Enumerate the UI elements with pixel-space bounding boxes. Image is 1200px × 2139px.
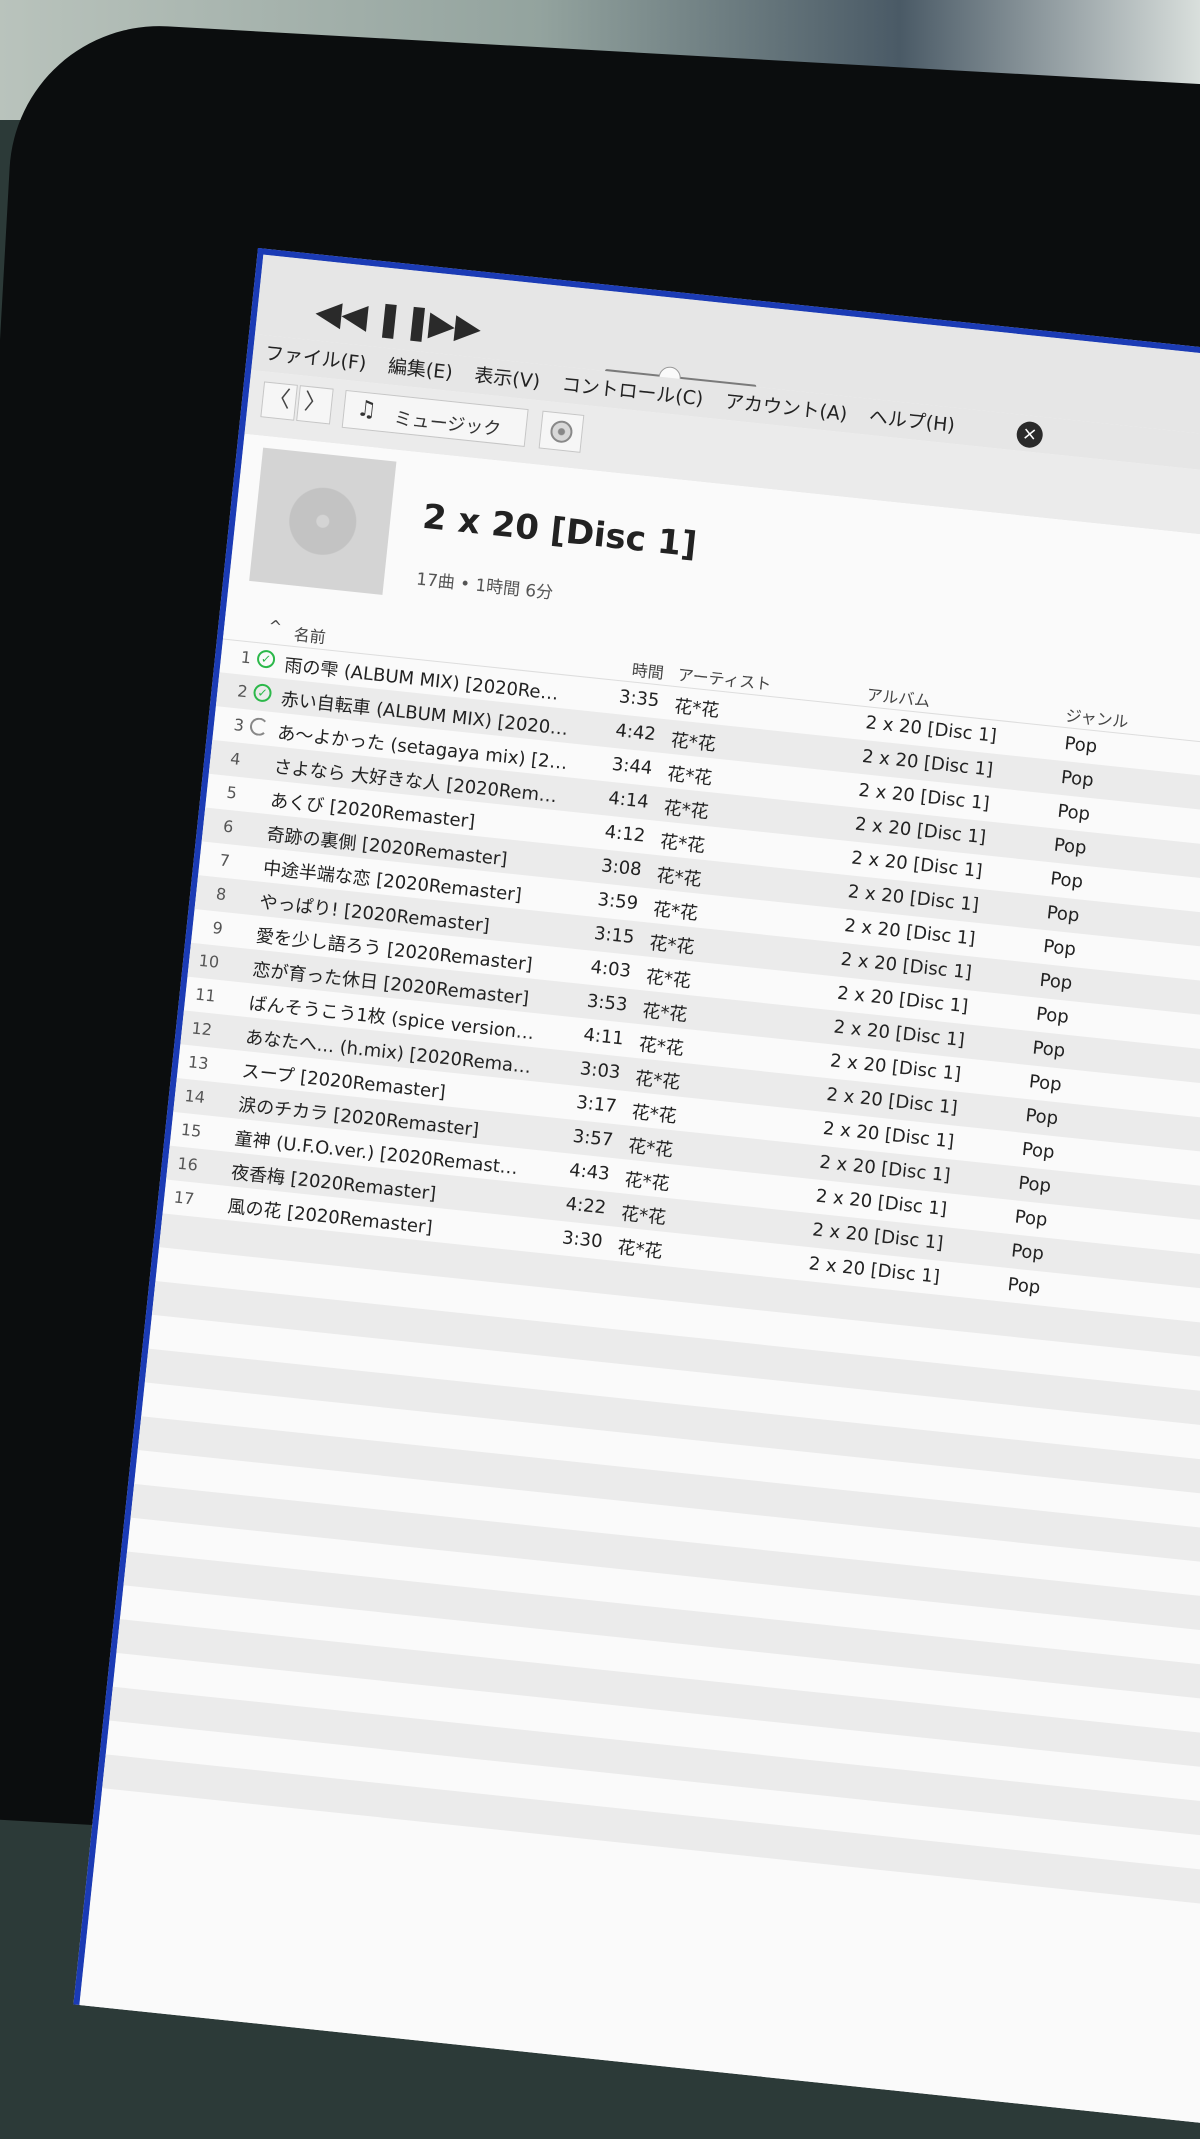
track-genre: Pop	[1035, 1003, 1070, 1028]
track-number: 6	[222, 816, 235, 837]
track-artist: 花*花	[669, 729, 717, 756]
album-view: 2 x 20 [Disc 1] 17曲 • 1時間 6分 ^ 名前 時間 アーテ…	[77, 433, 1200, 2139]
track-artist: 花*花	[644, 966, 692, 993]
track-time: 3:03	[578, 1058, 622, 1084]
track-time: 4:14	[607, 787, 650, 813]
track-number: 11	[194, 984, 217, 1006]
track-number: 2	[236, 681, 249, 702]
track-artist: 花*花	[616, 1237, 664, 1263]
track-number: 4	[229, 748, 242, 769]
track-number: 12	[190, 1018, 214, 1040]
track-artist: 花*花	[641, 1000, 689, 1027]
loading-spinner-icon	[249, 716, 269, 737]
track-artist: 花*花	[637, 1034, 685, 1060]
track-time: 4:12	[603, 821, 647, 847]
fast-forward-button[interactable]: ▶▶	[427, 303, 483, 348]
track-time: 3:30	[561, 1227, 604, 1253]
track-genre: Pop	[1049, 868, 1084, 893]
track-artist: 花*花	[619, 1203, 667, 1229]
cd-icon	[284, 482, 362, 560]
track-genre: Pop	[1038, 969, 1074, 995]
track-time: 4:42	[614, 720, 657, 746]
track-genre: Pop	[1010, 1240, 1045, 1265]
track-genre: Pop	[1024, 1105, 1060, 1130]
column-time[interactable]: 時間	[631, 656, 665, 683]
cd-icon	[549, 419, 574, 444]
track-number: 8	[215, 884, 228, 905]
track-number: 14	[183, 1086, 206, 1108]
track-number: 9	[211, 918, 224, 938]
track-genre: Pop	[1052, 834, 1088, 859]
track-genre: Pop	[1020, 1138, 1056, 1164]
track-genre: Pop	[1031, 1037, 1067, 1062]
cd-button[interactable]	[538, 410, 585, 453]
track-time: 3:08	[600, 855, 643, 881]
media-source-selector[interactable]: ♫ ミュージック	[341, 389, 529, 447]
track-artist: 花*花	[630, 1101, 678, 1128]
track-artist: 花*花	[662, 797, 710, 824]
back-button[interactable]: 〈	[260, 381, 298, 421]
sort-caret-icon[interactable]: ^	[268, 616, 283, 636]
track-time: 4:43	[568, 1159, 611, 1185]
track-time: 4:11	[582, 1024, 625, 1050]
track-number: 7	[218, 850, 231, 871]
track-time: 3:35	[617, 686, 661, 712]
track-list: 1 ✓ 雨の雫 (ALBUM MIX) [2020Remast... 3:35 花*花 2…	[99, 638, 1200, 1955]
track-number: 17	[172, 1187, 196, 1209]
track-artist: 花*花	[651, 898, 699, 925]
track-time: 3:59	[596, 889, 640, 915]
track-time: 3:15	[593, 922, 636, 949]
track-genre: Pop	[1056, 800, 1092, 826]
track-album: 2 x 20 [Disc 1]	[807, 1253, 941, 1288]
track-time: 4:03	[589, 956, 632, 982]
track-genre: Pop	[1013, 1206, 1049, 1231]
track-genre: Pop	[1045, 902, 1081, 927]
track-number: 13	[187, 1052, 210, 1074]
track-artist: 花*花	[655, 865, 703, 891]
forward-button[interactable]: 〉	[296, 385, 334, 425]
track-artist: 花*花	[634, 1068, 682, 1094]
track-genre: Pop	[1017, 1172, 1052, 1197]
track-artist: 花*花	[666, 763, 714, 790]
track-artist: 花*花	[623, 1169, 671, 1196]
album-summary: 17曲 • 1時間 6分	[415, 569, 555, 604]
track-time: 3:57	[571, 1125, 615, 1151]
column-name[interactable]: 名前	[293, 621, 327, 648]
track-number: 10	[197, 950, 221, 972]
track-genre: Pop	[1063, 733, 1099, 758]
album-artwork	[249, 447, 397, 595]
rewind-button[interactable]: ◀◀	[314, 291, 370, 336]
track-number: 1	[239, 647, 253, 668]
track-artist: 花*花	[659, 831, 706, 857]
track-number: 3	[232, 715, 245, 736]
pause-button[interactable]: ❚❚	[373, 298, 434, 344]
track-number: 16	[176, 1153, 199, 1175]
track-genre: Pop	[1006, 1274, 1042, 1299]
track-artist: 花*花	[673, 696, 721, 722]
source-label: ミュージック	[392, 408, 503, 441]
track-time: 3:53	[585, 990, 629, 1016]
itunes-window: ◀◀ ❚❚ ▶▶ ファイル(F) 編集(E) 表示(V) コントロール(C) ア…	[73, 248, 1200, 2139]
music-note-icon: ♫	[355, 396, 378, 424]
track-genre: Pop	[1042, 935, 1077, 961]
track-number: 15	[180, 1119, 203, 1141]
track-artist: 花*花	[627, 1135, 675, 1162]
album-title: 2 x 20 [Disc 1]	[420, 496, 699, 566]
track-genre: Pop	[1027, 1071, 1063, 1096]
track-time: 4:22	[564, 1193, 608, 1219]
downloaded-check-icon: ✓	[252, 683, 273, 703]
track-number: 5	[225, 782, 238, 803]
track-time: 3:17	[575, 1092, 618, 1118]
track-genre: Pop	[1059, 766, 1095, 792]
track-time: 3:44	[610, 753, 654, 779]
track-artist: 花*花	[648, 932, 696, 959]
downloaded-check-icon: ✓	[256, 649, 276, 669]
